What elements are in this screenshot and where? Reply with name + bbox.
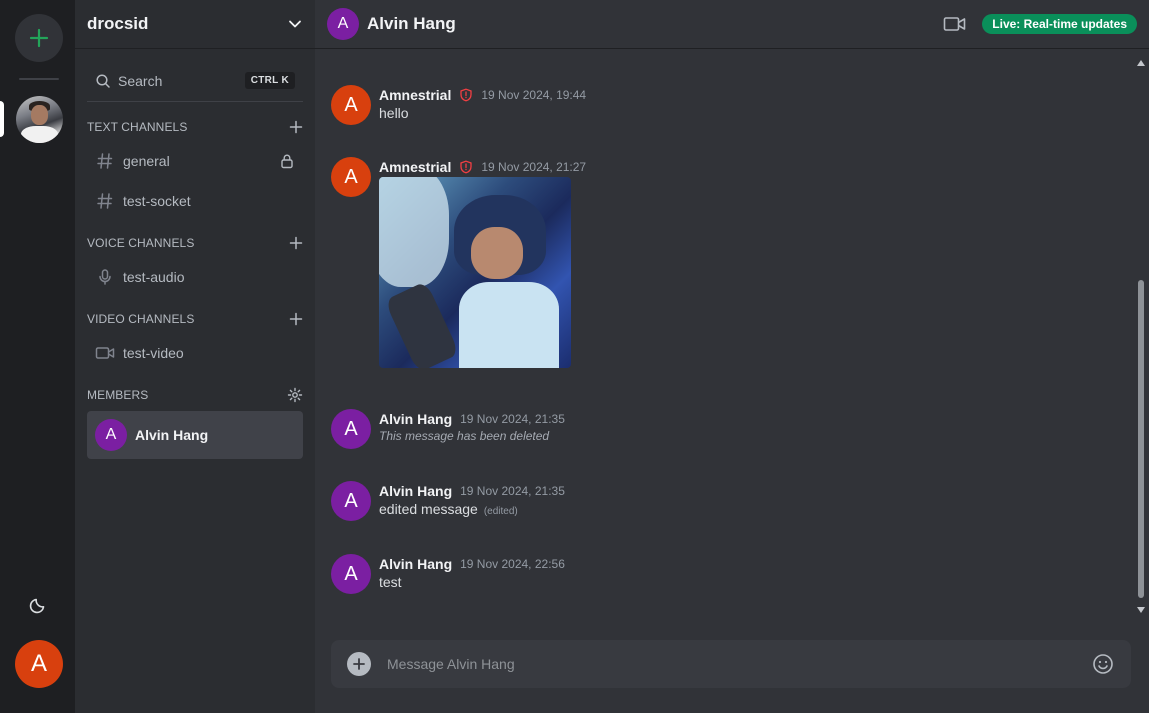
channel-name: test-video — [123, 345, 184, 361]
message-avatar[interactable]: A — [331, 157, 371, 197]
message-text: test — [379, 574, 402, 590]
add-server-button[interactable] — [15, 14, 63, 62]
chevron-down-icon — [289, 20, 301, 28]
message-item: A Alvin Hang 19 Nov 2024, 21:35 edited m… — [331, 481, 1121, 521]
message-timestamp: 19 Nov 2024, 21:35 — [460, 412, 565, 426]
section-title-video: VIDEO CHANNELS — [87, 312, 195, 326]
message-item: A Alvin Hang 19 Nov 2024, 22:56 test — [331, 554, 1121, 594]
selected-server-indicator — [0, 101, 4, 137]
search-label: Search — [118, 72, 163, 89]
edited-label: (edited) — [483, 506, 518, 517]
microphone-icon — [99, 269, 111, 285]
scroll-down-arrow[interactable] — [1137, 607, 1145, 613]
message-composer — [331, 640, 1131, 688]
message-timestamp: 19 Nov 2024, 22:56 — [460, 557, 565, 571]
members-header: MEMBERS — [87, 385, 303, 405]
scroll-up-arrow[interactable] — [1137, 60, 1145, 66]
message-avatar[interactable]: A — [331, 85, 371, 125]
video-camera-icon — [943, 17, 966, 31]
channel-general[interactable]: general — [87, 143, 303, 179]
message-avatar[interactable]: A — [331, 481, 371, 521]
message-text: edited message — [379, 501, 478, 517]
channel-name: general — [123, 153, 170, 169]
message-timestamp: 19 Nov 2024, 21:35 — [460, 484, 565, 498]
chat-avatar: A — [327, 8, 359, 40]
admin-shield-icon — [460, 160, 473, 174]
admin-shield-icon — [460, 88, 473, 102]
text-channels-header: TEXT CHANNELS — [87, 117, 303, 137]
channel-sidebar: drocsid Search CTRL K TEXT CHANNELS gene… — [75, 0, 315, 713]
message-item: A Amnestrial 19 Nov 2024, 21:27 — [331, 157, 1121, 369]
message-avatar[interactable]: A — [331, 409, 371, 449]
search-icon — [96, 73, 110, 88]
plus-icon — [29, 28, 49, 48]
image-attachment[interactable] — [379, 177, 571, 368]
server-rail: A — [0, 0, 75, 713]
member-alvin-hang[interactable]: A Alvin Hang — [87, 411, 303, 459]
add-channel-icon[interactable] — [289, 236, 303, 250]
section-title-text: TEXT CHANNELS — [87, 120, 188, 134]
channel-name: test-audio — [123, 269, 185, 285]
member-name: Alvin Hang — [135, 427, 209, 443]
section-title-members: MEMBERS — [87, 388, 149, 402]
message-text: hello — [379, 105, 409, 121]
settings-gear-icon[interactable] — [287, 387, 303, 403]
plus-icon — [353, 658, 365, 670]
message-body: edited message (edited) — [379, 501, 518, 517]
message-scrollbar[interactable] — [1133, 49, 1149, 624]
chat-panel: A Alvin Hang Live: Real-time updates A A… — [315, 0, 1149, 713]
video-camera-icon — [95, 347, 115, 359]
message-avatar[interactable]: A — [331, 554, 371, 594]
moon-icon — [29, 598, 45, 614]
message-item: A Amnestrial 19 Nov 2024, 19:44 hello — [331, 85, 1121, 125]
emoji-button[interactable] — [1091, 652, 1115, 676]
live-status-badge: Live: Real-time updates — [982, 14, 1137, 34]
message-author[interactable]: Alvin Hang — [379, 411, 452, 427]
scroll-thumb[interactable] — [1138, 280, 1144, 598]
message-timestamp: 19 Nov 2024, 21:27 — [481, 160, 587, 174]
message-list: A Amnestrial 19 Nov 2024, 19:44 hello A … — [315, 49, 1133, 624]
message-input[interactable] — [387, 656, 1091, 672]
channel-test-video[interactable]: test-video — [87, 335, 303, 371]
add-channel-icon[interactable] — [289, 312, 303, 326]
voice-channels-header: VOICE CHANNELS — [87, 233, 303, 253]
message-timestamp: 19 Nov 2024, 19:44 — [481, 88, 587, 102]
search-button[interactable]: Search CTRL K — [87, 60, 303, 102]
deleted-message-text: This message has been deleted — [379, 429, 550, 443]
theme-toggle-button[interactable] — [27, 592, 51, 616]
server-header[interactable]: drocsid — [75, 0, 315, 49]
channel-name: test-socket — [123, 193, 191, 209]
hash-icon — [97, 193, 113, 209]
lock-icon — [281, 154, 293, 169]
smiley-icon — [1093, 654, 1113, 674]
message-author[interactable]: Amnestrial — [379, 159, 451, 175]
search-shortcut: CTRL K — [244, 72, 295, 89]
hash-icon — [97, 153, 113, 169]
message-author[interactable]: Amnestrial — [379, 87, 451, 103]
add-attachment-button[interactable] — [347, 652, 371, 676]
video-call-button[interactable] — [943, 12, 967, 36]
server-icon-drocsid[interactable] — [16, 96, 63, 143]
chat-header: A Alvin Hang Live: Real-time updates — [315, 0, 1149, 49]
add-channel-icon[interactable] — [289, 120, 303, 134]
channel-test-socket[interactable]: test-socket — [87, 183, 303, 219]
server-name: drocsid — [87, 14, 149, 33]
rail-divider — [19, 78, 59, 80]
message-author[interactable]: Alvin Hang — [379, 556, 452, 572]
chat-title: Alvin Hang — [367, 14, 456, 33]
current-user-avatar[interactable]: A — [15, 640, 63, 688]
message-author[interactable]: Alvin Hang — [379, 483, 452, 499]
message-item: A Alvin Hang 19 Nov 2024, 21:35 This mes… — [331, 409, 1121, 449]
section-title-voice: VOICE CHANNELS — [87, 236, 195, 250]
channel-test-audio[interactable]: test-audio — [87, 259, 303, 295]
video-channels-header: VIDEO CHANNELS — [87, 309, 303, 329]
member-avatar: A — [95, 419, 127, 451]
